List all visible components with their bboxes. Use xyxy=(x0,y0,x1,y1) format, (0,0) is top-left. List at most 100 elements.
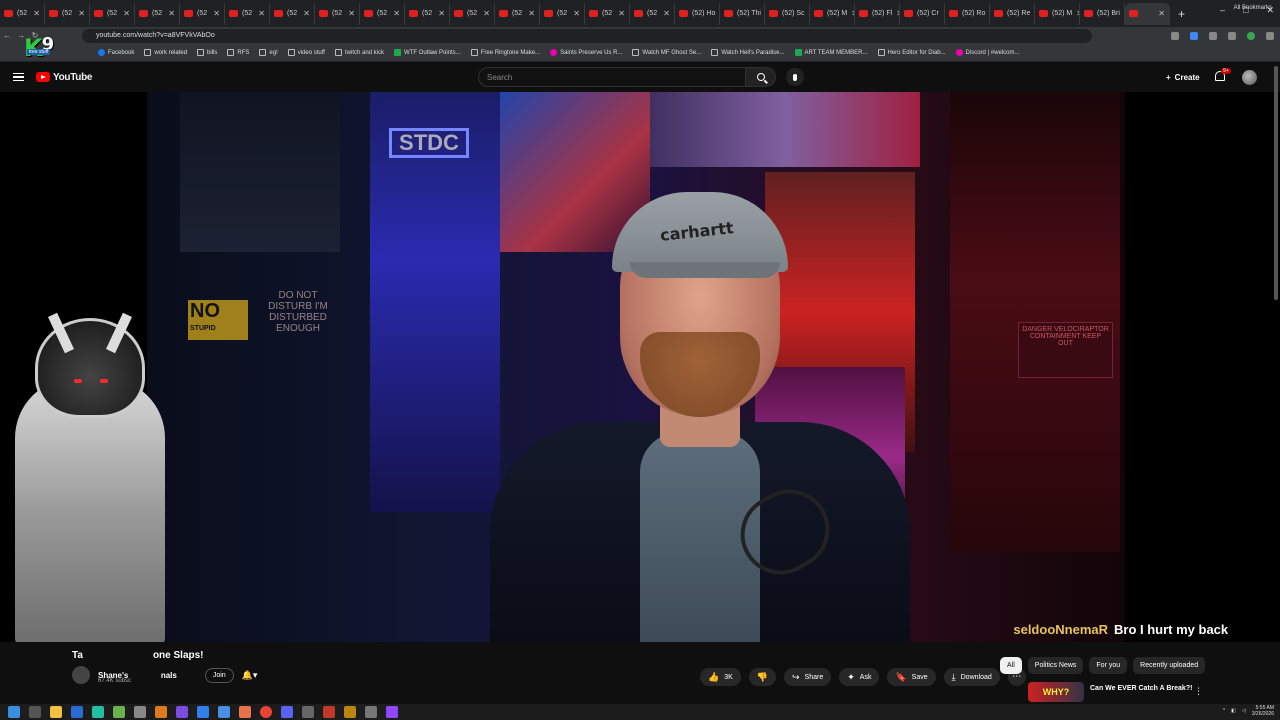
browser-tab[interactable]: ✕ xyxy=(1125,2,1170,25)
browser-tab[interactable]: (52) Fl✕ xyxy=(855,2,900,25)
recommended-title[interactable]: Can We EVER Catch A Break?! xyxy=(1090,685,1192,692)
download-button[interactable]: ⤓ Download xyxy=(943,668,1000,686)
filter-chip[interactable]: For you xyxy=(1089,657,1128,674)
recommended-thumbnail[interactable]: WHY? xyxy=(1028,682,1084,702)
sidebar-icon[interactable] xyxy=(1228,31,1236,40)
search-input[interactable]: Search xyxy=(478,67,746,87)
browser-tab[interactable]: (52 ✕ xyxy=(90,2,135,25)
bookmark-item[interactable]: work related xyxy=(144,49,187,56)
close-tab-icon[interactable]: ✕ xyxy=(348,9,355,18)
browser-tab[interactable]: (52) Cr✕ xyxy=(900,2,945,25)
bookmark-item[interactable]: Saints Preserve Us R... xyxy=(550,49,622,56)
browser-tab[interactable]: (52) Ho✕ xyxy=(675,2,720,25)
back-arrow-icon[interactable]: ← xyxy=(0,31,14,40)
close-tab-icon[interactable]: ✕ xyxy=(33,9,40,18)
browser-tab[interactable]: (52 ✕ xyxy=(405,2,450,25)
browser-tab[interactable]: (52 ✕ xyxy=(135,2,180,25)
close-tab-icon[interactable]: ✕ xyxy=(483,9,490,18)
settings-icon[interactable] xyxy=(365,706,377,718)
sparkle-button[interactable]: ✦ Ask xyxy=(839,668,880,686)
browser-tab[interactable]: (52 ✕ xyxy=(0,2,45,25)
bookmark-star-icon[interactable] xyxy=(1171,31,1179,40)
browser-tab[interactable]: (52 ✕ xyxy=(540,2,585,25)
browser-tab[interactable]: (52) Sc✕ xyxy=(765,2,810,25)
filter-chip[interactable]: Politics News xyxy=(1027,657,1084,674)
video-player[interactable]: NO STUPID DO NOT DISTURB I'M DISTURBED E… xyxy=(0,92,1280,642)
browser-tab[interactable]: (52) Bri✕ xyxy=(1080,2,1125,25)
youtube-logo[interactable]: YouTube xyxy=(36,72,93,83)
bookmark-item[interactable]: Hero Editor for Diab... xyxy=(877,49,946,56)
browser-tab[interactable]: (52 ✕ xyxy=(585,2,630,25)
browser-tab[interactable]: (52 ✕ xyxy=(630,2,675,25)
bookmark-item[interactable]: twitch and kick xyxy=(334,49,384,56)
file-explorer-icon[interactable] xyxy=(50,706,62,718)
close-tab-icon[interactable]: ✕ xyxy=(618,9,625,18)
bookmark-item[interactable]: bills xyxy=(197,49,217,56)
new-tab-button[interactable]: + xyxy=(1178,7,1185,21)
browser-tab[interactable]: (52 ✕ xyxy=(45,2,90,25)
browser-tab[interactable]: (52 ✕ xyxy=(360,2,405,25)
close-tab-icon[interactable]: ✕ xyxy=(123,9,130,18)
extension-icon[interactable] xyxy=(1190,31,1198,40)
recommended-video[interactable]: WHY? Can We EVER Catch A Break?! xyxy=(1028,682,1192,702)
clock[interactable]: 5:55 AM 3/26/2026 xyxy=(1252,705,1274,717)
browser-tab[interactable]: (52) Thi✕ xyxy=(720,2,765,25)
bookmark-item[interactable]: ART TEAM MEMBER... xyxy=(794,49,868,56)
browser-tab[interactable]: (52 ✕ xyxy=(180,2,225,25)
page-scrollbar[interactable] xyxy=(1274,66,1278,300)
bookmark-button[interactable]: 🔖 Save xyxy=(887,668,936,686)
bookmark-item[interactable]: RFS xyxy=(227,49,249,56)
browser-tab[interactable]: (52 ✕ xyxy=(450,2,495,25)
thumbs-up-button[interactable]: 👍 3K xyxy=(700,668,741,686)
browser-tab[interactable]: (52) M✕ xyxy=(810,2,855,25)
kebab-menu-icon[interactable] xyxy=(1266,31,1274,40)
subscription-bell-icon[interactable]: 🔔▾ xyxy=(242,670,258,681)
taskbar-app-icon[interactable] xyxy=(71,706,83,718)
discord-icon[interactable] xyxy=(281,706,293,718)
windows-start-icon[interactable] xyxy=(8,706,20,718)
browser-tab[interactable]: (52 ✕ xyxy=(315,2,360,25)
channel-avatar[interactable] xyxy=(72,666,90,684)
minimize-button[interactable]: – xyxy=(1220,5,1225,16)
browser-tab[interactable]: (52) Re✕ xyxy=(990,2,1035,25)
firefox-icon[interactable] xyxy=(239,706,251,718)
taskbar-app-icon[interactable] xyxy=(176,706,188,718)
share-button[interactable]: ↪ Share xyxy=(784,668,832,686)
create-button[interactable]: + Create xyxy=(1160,68,1206,86)
browser-tab[interactable]: (52 ✕ xyxy=(225,2,270,25)
bookmark-item[interactable]: video stuff xyxy=(287,49,325,56)
filter-chip[interactable]: All xyxy=(1000,657,1022,674)
close-tab-icon[interactable]: ✕ xyxy=(213,9,220,18)
join-button[interactable]: Join xyxy=(204,667,234,683)
volume-icon[interactable]: ◁ xyxy=(1242,708,1246,714)
bookmark-item[interactable]: Watch Hell's Paradise... xyxy=(711,49,785,56)
browser-tab[interactable]: (52 ✕ xyxy=(495,2,540,25)
taskbar-app-icon[interactable] xyxy=(344,706,356,718)
taskbar-app-icon[interactable] xyxy=(302,706,314,718)
tray-chevron-icon[interactable]: ^ xyxy=(1223,708,1225,714)
bookmark-item[interactable]: Free Ringtone Make... xyxy=(470,49,540,56)
taskbar-app-icon[interactable] xyxy=(113,706,125,718)
search-button[interactable] xyxy=(746,67,776,87)
browser-tab[interactable]: (52) M✕ xyxy=(1035,2,1080,25)
taskbar-app-icon[interactable] xyxy=(218,706,230,718)
all-bookmarks[interactable]: All Bookmarks xyxy=(1234,5,1272,11)
voice-search-button[interactable] xyxy=(786,68,804,86)
profile-icon[interactable] xyxy=(1247,31,1255,40)
taskbar-app-icon[interactable] xyxy=(323,706,335,718)
bookmark-item[interactable]: Discord | #welcom... xyxy=(955,49,1019,56)
taskbar-app-icon[interactable] xyxy=(134,706,146,718)
network-icon[interactable]: ◧ xyxy=(1231,708,1236,714)
close-tab-icon[interactable]: ✕ xyxy=(393,9,400,18)
taskbar-app-icon[interactable] xyxy=(155,706,167,718)
puzzle-icon[interactable] xyxy=(1209,31,1217,40)
taskbar-app-icon[interactable] xyxy=(197,706,209,718)
close-tab-icon[interactable]: ✕ xyxy=(168,9,175,18)
hamburger-menu-icon[interactable] xyxy=(13,72,24,82)
browser-tab[interactable]: (52) Ro✕ xyxy=(945,2,990,25)
bookmark-item[interactable]: Watch MF Ghost Se... xyxy=(632,49,701,56)
obs-icon[interactable] xyxy=(386,706,398,718)
account-avatar[interactable] xyxy=(1242,70,1257,85)
close-tab-icon[interactable]: ✕ xyxy=(258,9,265,18)
close-tab-icon[interactable]: ✕ xyxy=(573,9,580,18)
